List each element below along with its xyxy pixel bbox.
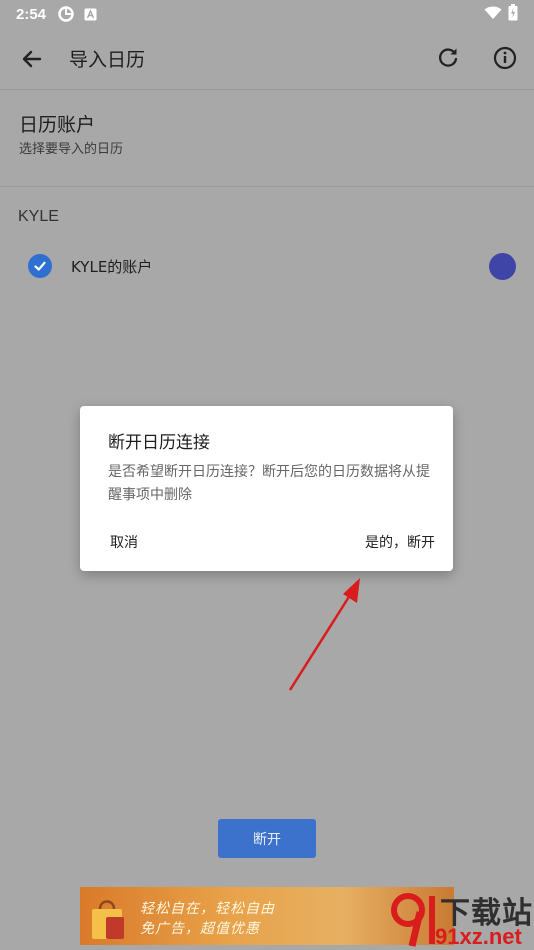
battery-icon	[508, 3, 518, 25]
status-bar: 2:54	[0, 0, 534, 28]
dialog-title: 断开日历连接	[108, 433, 210, 453]
arrow-left-icon[interactable]	[18, 45, 46, 73]
calendar-account-section: 日历账户 选择要导入的日历	[0, 90, 534, 187]
site-watermark: 下载站 91xz.net	[390, 888, 534, 950]
account-group-label: KYLE	[18, 208, 59, 225]
annotation-arrow-icon	[288, 578, 360, 691]
disconnect-dialog: 断开日历连接 是否希望断开日历连接？断开后您的日历数据将从提醒事项中删除 取消 …	[80, 406, 453, 571]
ad-line-1: 轻松自在，轻松自由	[140, 901, 275, 917]
wifi-icon	[484, 5, 502, 24]
page-title: 导入日历	[69, 49, 146, 71]
section-subheading: 选择要导入的日历	[19, 142, 124, 157]
app-bar: 导入日历	[0, 28, 534, 90]
info-icon[interactable]	[491, 44, 519, 72]
dialog-message: 是否希望断开日历连接？断开后您的日历数据将从提醒事项中删除	[108, 464, 430, 503]
status-time: 2:54	[16, 5, 47, 23]
section-heading: 日历账户	[19, 114, 96, 136]
cancel-button[interactable]: 取消	[110, 532, 138, 552]
calendar-color-dot	[489, 253, 516, 280]
ad-line-2: 免广告，超值优惠	[140, 921, 260, 937]
checkbox-checked-icon[interactable]	[28, 254, 52, 278]
refresh-icon[interactable]	[434, 44, 462, 72]
calendar-list-item[interactable]: KYLE的账户	[0, 244, 534, 288]
ad-text: 轻松自在，轻松自由 免广告，超值优惠	[140, 899, 275, 939]
shopping-bag-icon	[92, 900, 124, 939]
confirm-disconnect-button[interactable]: 是的，断开	[365, 532, 435, 552]
calendar-name: KYLE的账户	[71, 258, 153, 276]
disconnect-button[interactable]: 断开	[218, 819, 316, 858]
a-box-icon	[84, 8, 97, 21]
sync-icon	[58, 6, 74, 22]
watermark-url: 91xz.net	[435, 924, 522, 949]
